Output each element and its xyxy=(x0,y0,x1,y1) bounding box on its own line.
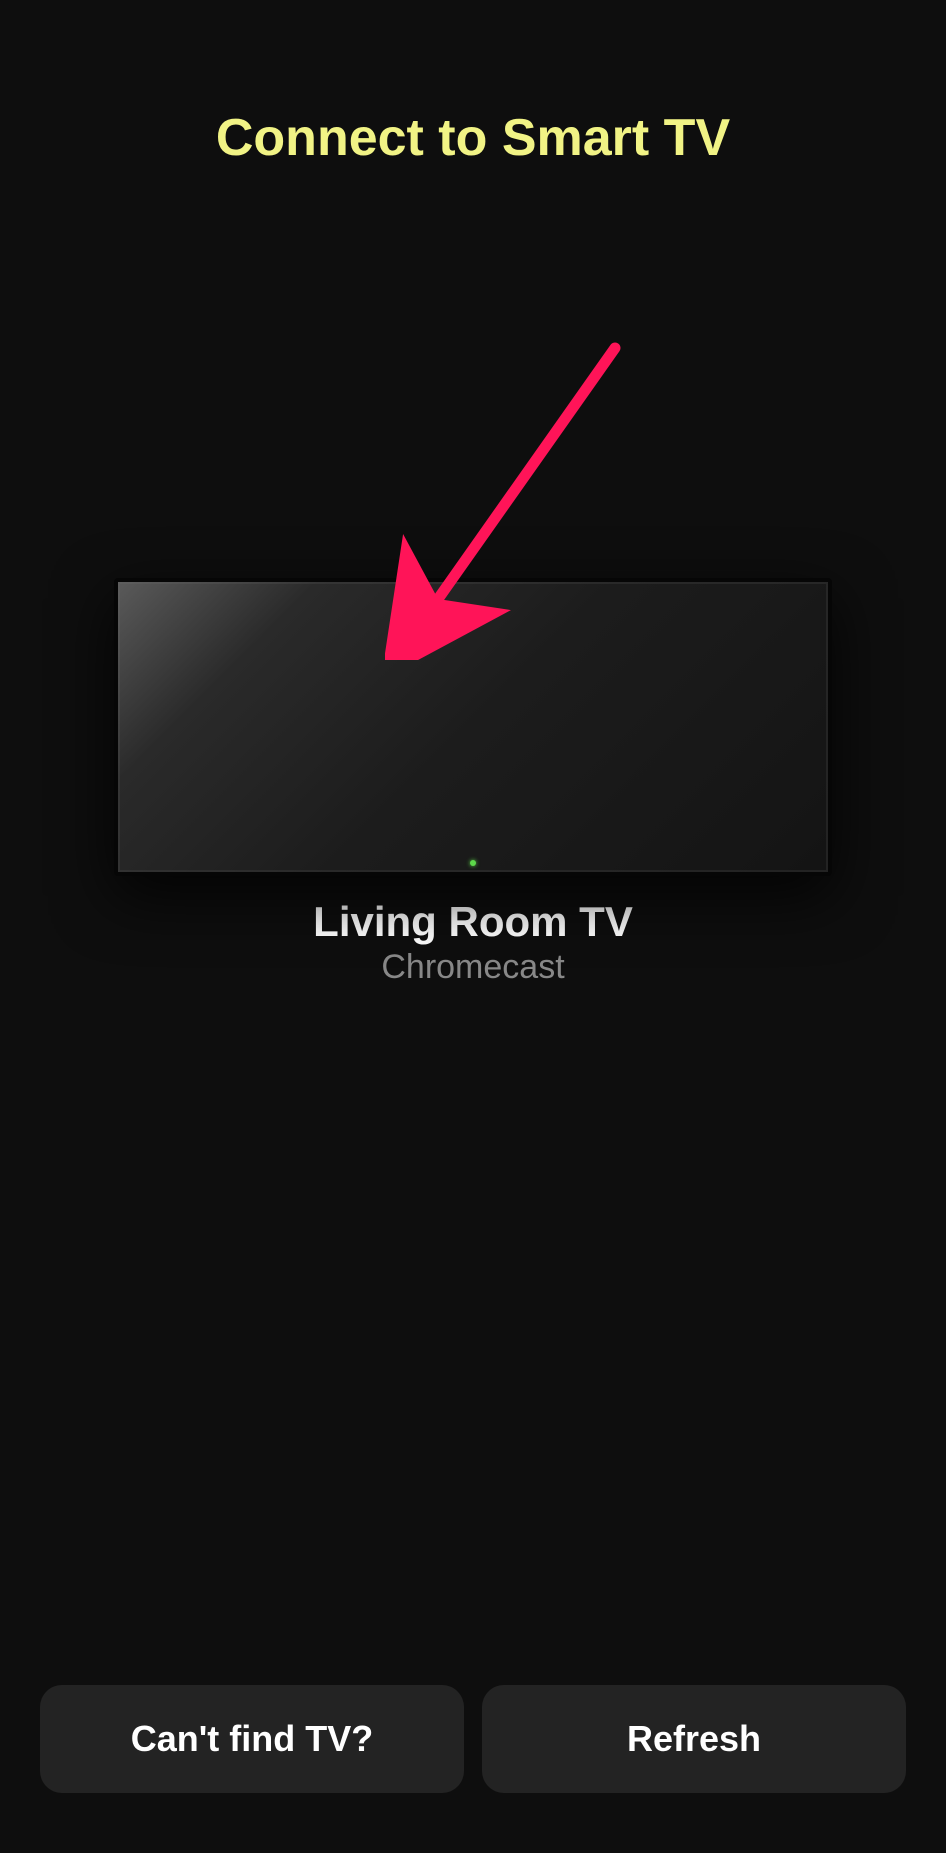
tv-device-card[interactable]: Living Room TV Chromecast xyxy=(114,578,832,987)
page-title: Connect to Smart TV xyxy=(0,0,946,168)
device-name: Living Room TV xyxy=(114,898,832,946)
device-type: Chromecast xyxy=(114,948,832,987)
cant-find-tv-button[interactable]: Can't find TV? xyxy=(40,1685,464,1793)
button-row: Can't find TV? Refresh xyxy=(40,1685,906,1793)
tv-led-icon xyxy=(470,860,476,866)
tv-icon xyxy=(114,578,832,876)
refresh-button[interactable]: Refresh xyxy=(482,1685,906,1793)
